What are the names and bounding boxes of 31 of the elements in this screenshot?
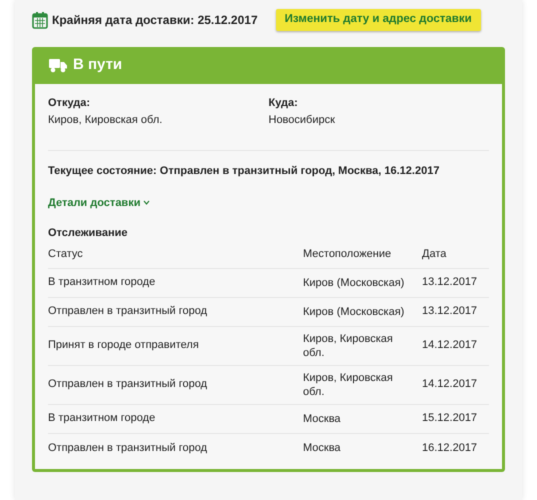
table-cell-text: Отправлен в транзитный город <box>48 440 208 456</box>
from-label: Откуда: <box>48 96 92 111</box>
table-cell-text: Киров, Кировская обл. <box>303 332 394 360</box>
to-label: Куда: <box>268 96 299 111</box>
current-state: Текущее состояние: Отправлен в транзитный город, Москва, 16.12.2017 <box>48 164 440 179</box>
table-cell-text: 14.12.2017 <box>422 338 478 354</box>
table-cell-text: Отправлен в транзитный город <box>48 304 208 320</box>
table-cell-text: Москва <box>303 441 342 455</box>
from-value: Киров, Кировская обл. <box>48 112 164 128</box>
table-cell-text: 14.12.2017 <box>422 377 478 392</box>
table-cell-text: 15.12.2017 <box>422 411 478 426</box>
table-cell-text: Москва <box>303 412 342 426</box>
delivery-deadline: Крайняя дата доставки: 25.12.2017 <box>52 12 258 29</box>
tracking-title: Отслеживание <box>48 226 129 241</box>
table-cell-text: Киров, Кировская обл. <box>303 370 394 398</box>
delivery-details-link[interactable]: Детали доставки <box>48 194 150 211</box>
table-cell-text: 13.12.2017 <box>422 304 478 320</box>
column-header: Дата <box>422 247 448 262</box>
change-delivery-button[interactable]: Изменить дату и адрес доставки <box>276 9 481 31</box>
column-header: Статус <box>48 247 84 262</box>
to-value: Новосибирск <box>268 112 336 128</box>
table-cell-text: 16.12.2017 <box>422 440 478 456</box>
table-cell-text: В транзитном городе <box>48 275 156 290</box>
table-cell-text: 13.12.2017 <box>422 275 478 290</box>
column-header: Местоположение <box>303 247 392 262</box>
table-cell-text: Принят в городе отправителя <box>48 338 200 354</box>
table-cell-text: Отправлен в транзитный город <box>48 377 208 392</box>
card-title: В пути <box>73 55 122 76</box>
table-cell-text: В транзитном городе <box>48 411 156 426</box>
table-cell-text: Киров (Московская) <box>303 304 406 318</box>
table-cell-text: Киров (Московская) <box>303 276 406 290</box>
